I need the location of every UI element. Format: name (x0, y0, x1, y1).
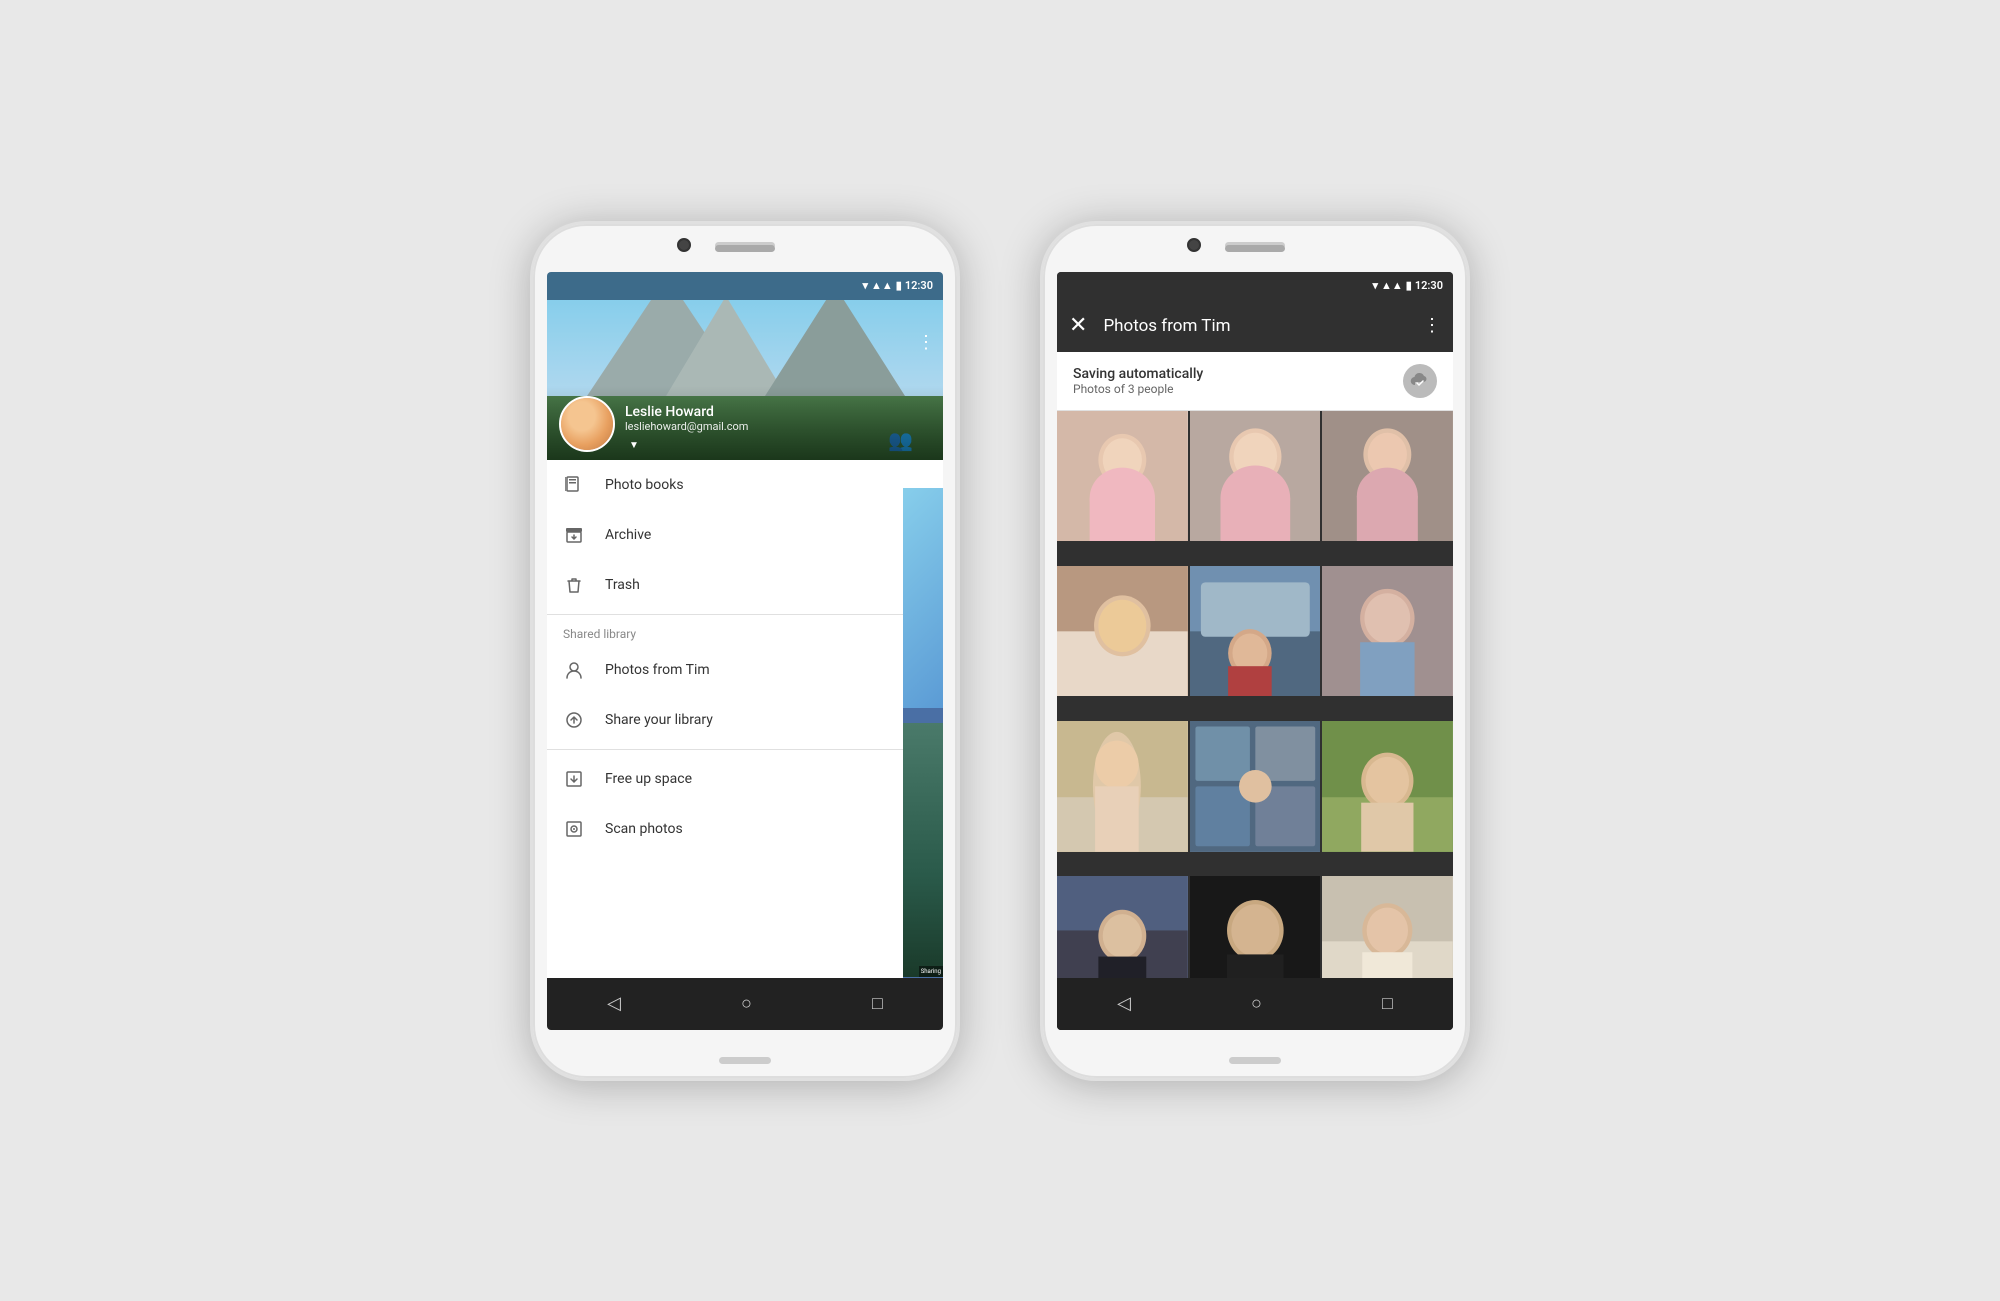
back-button-2[interactable]: ◁ (1117, 993, 1131, 1014)
trash-icon (563, 574, 585, 596)
photo-cell-9[interactable] (1322, 721, 1453, 852)
saving-banner: Saving automatically Photos of 3 people (1057, 352, 1453, 411)
status-bar-2: ▾ ▲▲ ▮ 12:30 (1057, 272, 1453, 300)
person-icon (563, 659, 585, 681)
shared-library-section-label: Shared library (547, 619, 943, 645)
recents-button-1[interactable]: □ (872, 993, 883, 1014)
menu-item-trash[interactable]: Trash (547, 560, 943, 610)
free-space-icon (563, 768, 585, 790)
archive-label: Archive (605, 527, 651, 543)
scan-icon (563, 818, 585, 840)
home-button-2[interactable]: ○ (1251, 993, 1262, 1014)
camera-lens-2 (1187, 238, 1201, 252)
photo-cell-5[interactable] (1190, 566, 1321, 697)
photo-cell-7[interactable] (1057, 721, 1188, 852)
user-email: lesliehoward@gmail.com (625, 420, 748, 433)
signal-icon-2: ▲▲ (1381, 279, 1403, 292)
close-button[interactable]: ✕ (1069, 313, 1087, 338)
photo-cell-8[interactable] (1190, 721, 1321, 852)
photo-cell-4[interactable] (1057, 566, 1188, 697)
profile-header: 👥 Leslie Howard lesliehoward@gmail.com ▼… (547, 300, 943, 460)
battery-icon-2: ▮ (1406, 279, 1412, 292)
saving-subtitle: Photos of 3 people (1073, 382, 1203, 396)
share-library-label: Share your library (605, 712, 713, 728)
more-options-button[interactable]: ⋮ (1423, 315, 1441, 336)
back-button-1[interactable]: ◁ (607, 993, 621, 1014)
photo-cell-3[interactable] (1322, 411, 1453, 542)
peek-sharing-label: Sharing (919, 966, 943, 977)
menu-item-photos-from-tim[interactable]: Photos from Tim (547, 645, 943, 695)
profile-overlay: Leslie Howard lesliehoward@gmail.com ▼ (547, 386, 943, 460)
dropdown-arrow-icon: ▼ (629, 440, 639, 451)
battery-icon: ▮ (896, 279, 902, 292)
photo-cell-2[interactable] (1190, 411, 1321, 542)
photos-from-tim-label: Photos from Tim (605, 662, 710, 678)
scan-photos-label: Scan photos (605, 821, 683, 837)
speaker-grille (715, 245, 775, 252)
photo-grid (1057, 411, 1453, 1030)
phone-2: ▾ ▲▲ ▮ 12:30 ✕ Photos from Tim ⋮ Saving … (1040, 221, 1470, 1081)
menu-list: Photo books Archive Trash (547, 460, 943, 1030)
saving-text: Saving automatically Photos of 3 people (1073, 366, 1203, 396)
speaker-grille-2 (1225, 245, 1285, 252)
home-button-1[interactable]: ○ (741, 993, 752, 1014)
status-icons-1: ▾ ▲▲ ▮ 12:30 (862, 279, 933, 292)
cloud-check-icon (1403, 364, 1437, 398)
mountains-bg (547, 316, 943, 396)
menu-item-archive[interactable]: Archive (547, 510, 943, 560)
wifi-icon: ▾ (862, 279, 868, 292)
divider-1 (547, 614, 943, 615)
home-hardware-button-2 (1229, 1057, 1281, 1064)
wifi-icon-2: ▾ (1372, 279, 1378, 292)
peek-panel: Sharing (903, 488, 943, 978)
peek-photo-2: Sharing (903, 723, 943, 978)
free-up-space-label: Free up space (605, 771, 692, 787)
navigation-bar-1: ◁ ○ □ (547, 978, 943, 1030)
saving-title: Saving automatically (1073, 366, 1203, 382)
navigation-bar-2: ◁ ○ □ (1057, 978, 1453, 1030)
phone-1-screen: ▾ ▲▲ ▮ 12:30 (547, 272, 943, 1030)
trash-label: Trash (605, 577, 640, 593)
archive-icon (563, 524, 585, 546)
user-name: Leslie Howard (625, 404, 748, 420)
toolbar-title: Photos from Tim (1103, 316, 1407, 336)
menu-item-scan-photos[interactable]: Scan photos (547, 804, 943, 854)
menu-item-photo-books[interactable]: Photo books (547, 460, 943, 510)
avatar-image (561, 398, 613, 450)
status-bar-1: ▾ ▲▲ ▮ 12:30 (547, 272, 943, 300)
header-more-button[interactable]: ⋮ (917, 332, 935, 353)
camera-lens (677, 238, 691, 252)
photo-grid-wrapper (1057, 411, 1453, 1030)
user-info: Leslie Howard lesliehoward@gmail.com ▼ (625, 404, 748, 452)
photo-books-icon (563, 474, 585, 496)
photo-cell-6[interactable] (1322, 566, 1453, 697)
menu-item-free-up-space[interactable]: Free up space (547, 754, 943, 804)
peek-photo-1 (903, 488, 943, 709)
divider-2 (547, 749, 943, 750)
status-icons-2: ▾ ▲▲ ▮ 12:30 (1372, 279, 1443, 292)
menu-item-share-library[interactable]: Share your library (547, 695, 943, 745)
phone-1: ▾ ▲▲ ▮ 12:30 (530, 221, 960, 1081)
avatar (559, 396, 615, 452)
toolbar: ✕ Photos from Tim ⋮ (1057, 300, 1453, 352)
share-icon (563, 709, 585, 731)
mountain-3 (765, 300, 905, 396)
signal-icon: ▲▲ (871, 279, 893, 292)
home-hardware-button (719, 1057, 771, 1064)
photo-cell-1[interactable] (1057, 411, 1188, 542)
phone-2-screen: ▾ ▲▲ ▮ 12:30 ✕ Photos from Tim ⋮ Saving … (1057, 272, 1453, 1030)
time-display-2: 12:30 (1415, 279, 1443, 292)
recents-button-2[interactable]: □ (1382, 993, 1393, 1014)
time-display-1: 12:30 (905, 279, 933, 292)
photo-books-label: Photo books (605, 477, 684, 493)
